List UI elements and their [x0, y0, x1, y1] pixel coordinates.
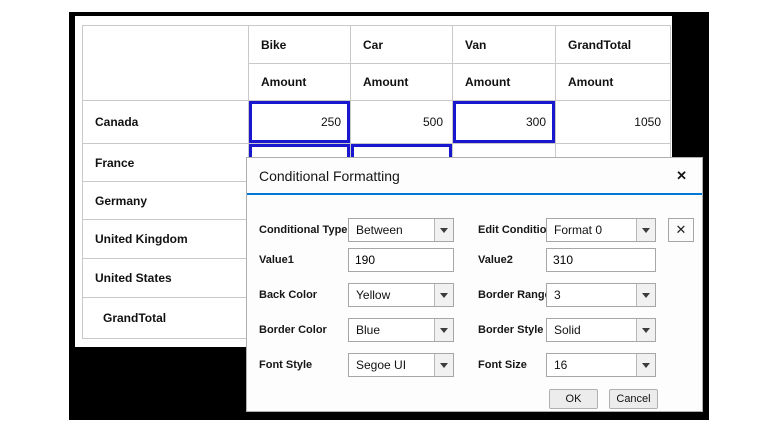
cell-value: 300 [453, 101, 556, 144]
dropdown-value: Yellow [349, 288, 434, 302]
cell-value: 500 [351, 101, 453, 144]
row-label: Germany [83, 182, 249, 220]
row-label: United Kingdom [83, 220, 249, 259]
row-label: GrandTotal [83, 298, 249, 339]
conditional-formatting-dialog: Conditional Formatting ✕ Conditional Typ… [246, 157, 703, 412]
border-style-dropdown[interactable]: Solid [546, 318, 656, 342]
close-icon[interactable]: ✕ [676, 168, 687, 184]
column-header-grandtotal: GrandTotal [556, 26, 671, 64]
chevron-down-icon [434, 219, 453, 241]
chevron-down-icon [434, 354, 453, 376]
border-range-label: Border Range [478, 283, 551, 307]
font-size-label: Font Size [478, 353, 527, 377]
dropdown-value: Between [349, 223, 434, 237]
column-header-car: Car [351, 26, 453, 64]
edit-condition-dropdown[interactable]: Format 0 [546, 218, 656, 242]
corner-cell [83, 26, 249, 101]
back-color-dropdown[interactable]: Yellow [348, 283, 454, 307]
conditional-type-label: Conditional Type [259, 218, 347, 242]
cancel-button[interactable]: Cancel [609, 389, 658, 409]
chevron-down-icon [636, 319, 655, 341]
row-label: France [83, 144, 249, 182]
dropdown-value: Solid [547, 323, 636, 337]
back-color-label: Back Color [259, 283, 317, 307]
chevron-down-icon [636, 219, 655, 241]
dropdown-value: Format 0 [547, 223, 636, 237]
border-range-dropdown[interactable]: 3 [546, 283, 656, 307]
cell-value: 1050 [556, 101, 671, 144]
border-style-label: Border Style [478, 318, 543, 342]
row-label: Canada [83, 101, 249, 144]
amount-subheader: Amount [249, 64, 351, 101]
cell-value: 250 [249, 101, 351, 144]
dropdown-value: Segoe UI [349, 358, 434, 372]
amount-subheader: Amount [453, 64, 556, 101]
value1-input[interactable] [348, 248, 454, 272]
clear-format-button[interactable]: ✕ [668, 218, 694, 242]
page-background: Bike Car Van GrandTotal Amount Amount Am… [0, 0, 781, 436]
column-header-bike: Bike [249, 26, 351, 64]
dropdown-value: 16 [547, 358, 636, 372]
value2-input[interactable] [546, 248, 656, 272]
dialog-title-bar[interactable]: Conditional Formatting ✕ [247, 158, 702, 195]
row-label: United States [83, 259, 249, 298]
font-size-dropdown[interactable]: 16 [546, 353, 656, 377]
ok-button[interactable]: OK [549, 389, 598, 409]
font-style-label: Font Style [259, 353, 312, 377]
dropdown-value: Blue [349, 323, 434, 337]
chevron-down-icon [434, 284, 453, 306]
table-row: Canada 250 500 300 1050 [83, 101, 671, 144]
chevron-down-icon [434, 319, 453, 341]
edit-condition-label: Edit Condition [478, 218, 553, 242]
border-color-label: Border Color [259, 318, 327, 342]
font-style-dropdown[interactable]: Segoe UI [348, 353, 454, 377]
dialog-title: Conditional Formatting [259, 168, 400, 184]
chevron-down-icon [636, 354, 655, 376]
amount-subheader: Amount [351, 64, 453, 101]
border-color-dropdown[interactable]: Blue [348, 318, 454, 342]
chevron-down-icon [636, 284, 655, 306]
conditional-type-dropdown[interactable]: Between [348, 218, 454, 242]
value2-label: Value2 [478, 248, 513, 272]
amount-subheader: Amount [556, 64, 671, 101]
value1-label: Value1 [259, 248, 294, 272]
column-header-van: Van [453, 26, 556, 64]
dropdown-value: 3 [547, 288, 636, 302]
